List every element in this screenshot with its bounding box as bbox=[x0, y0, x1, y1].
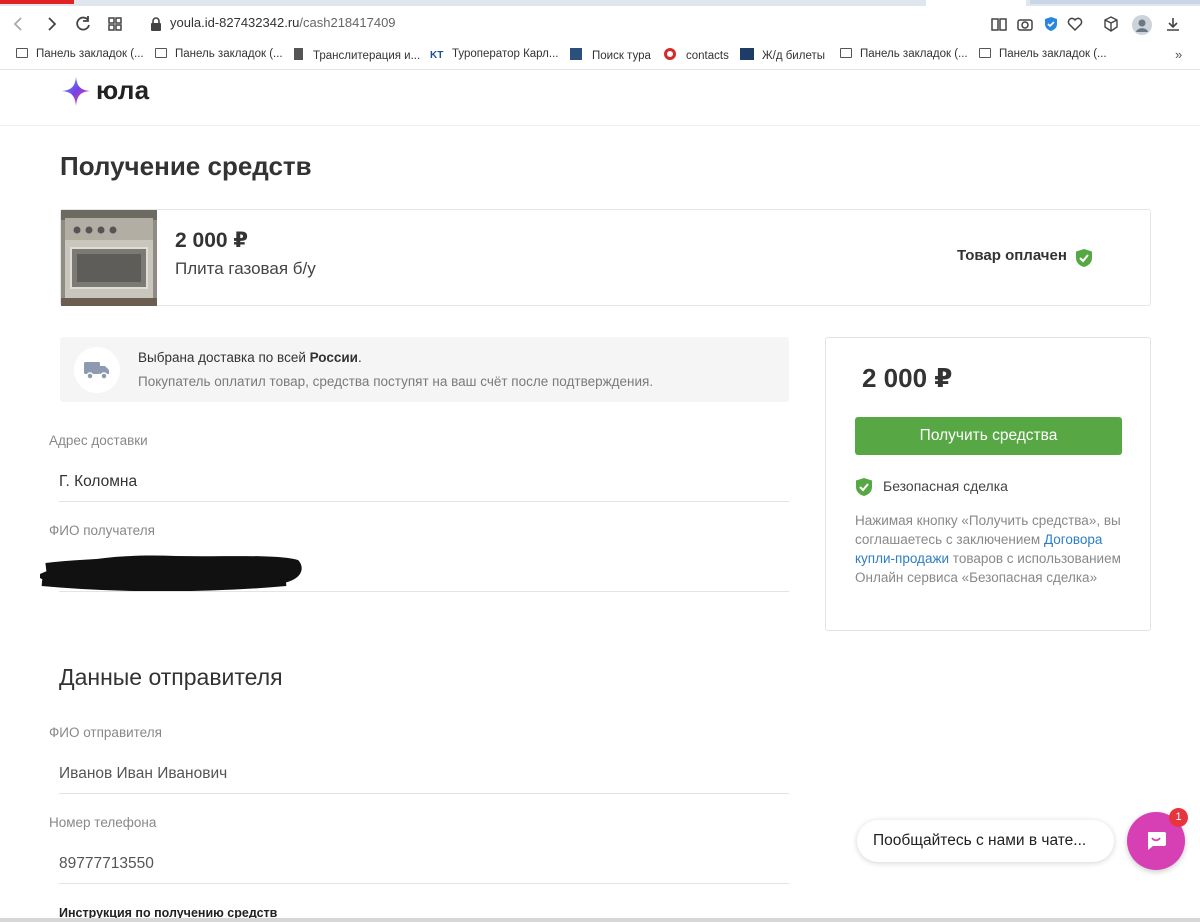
delivery-status-text: Покупатель оплатил товар, средства посту… bbox=[138, 374, 654, 389]
extensions-cube-icon[interactable] bbox=[1102, 15, 1120, 33]
document-icon bbox=[294, 48, 303, 60]
phone-value[interactable]: 89777713550 bbox=[59, 855, 154, 873]
site-icon bbox=[570, 48, 582, 60]
product-photo bbox=[61, 210, 157, 306]
url-host: youla.id-827432342.ru bbox=[170, 15, 300, 30]
terms-text: Нажимая кнопку «Получить средства», вы с… bbox=[855, 513, 1121, 585]
truck-icon-circle bbox=[74, 347, 120, 393]
heart-icon[interactable] bbox=[1066, 15, 1084, 33]
lock-icon[interactable] bbox=[150, 17, 162, 31]
folder-icon bbox=[979, 48, 991, 58]
bookmark-item[interactable]: Панель закладок (... bbox=[155, 48, 283, 60]
bookmark-item[interactable]: KT Туроператор Карл... bbox=[430, 48, 558, 61]
field-divider bbox=[59, 793, 789, 794]
bookmark-item[interactable]: Панель закладок (... bbox=[979, 48, 1107, 60]
recipient-name-label: ФИО получателя bbox=[49, 523, 155, 538]
profile-avatar-icon[interactable] bbox=[1132, 15, 1152, 35]
bookmark-item[interactable]: Панель закладок (... bbox=[840, 48, 968, 60]
site-header: юла bbox=[0, 71, 1200, 126]
logo-text[interactable]: юла bbox=[96, 75, 149, 106]
address-value[interactable]: Г. Коломна bbox=[59, 473, 137, 491]
field-divider bbox=[59, 883, 789, 884]
tabs-grid-icon[interactable] bbox=[104, 13, 126, 35]
address-label: Адрес доставки bbox=[49, 433, 148, 448]
truck-icon bbox=[84, 362, 109, 380]
folder-icon bbox=[840, 48, 852, 58]
reader-icon[interactable] bbox=[990, 15, 1008, 33]
receive-funds-button[interactable]: Получить средства bbox=[855, 417, 1122, 455]
chat-icon bbox=[1148, 832, 1166, 850]
product-price: 2 000 ₽ bbox=[175, 229, 248, 252]
phone-label: Номер телефона bbox=[49, 815, 157, 830]
kt-icon: KT bbox=[430, 50, 444, 61]
bookmark-item[interactable]: Ж/д билеты bbox=[740, 48, 825, 62]
bookmarks-more-button[interactable]: » bbox=[1175, 47, 1182, 62]
redaction-scribble bbox=[40, 555, 302, 592]
target-icon bbox=[664, 48, 676, 60]
bookmark-item[interactable]: Транслитерация и... bbox=[294, 48, 420, 62]
download-icon[interactable] bbox=[1164, 15, 1182, 33]
bookmark-item[interactable]: Панель закладок (... bbox=[16, 48, 144, 60]
safe-deal-label: Безопасная сделка bbox=[883, 478, 1008, 494]
url-field[interactable]: youla.id-827432342.ru/cash218417409 bbox=[170, 15, 396, 30]
reload-icon[interactable] bbox=[72, 13, 94, 35]
folder-icon bbox=[16, 48, 28, 58]
back-icon[interactable] bbox=[8, 13, 30, 35]
folder-icon bbox=[155, 48, 167, 58]
youla-star-logo-icon[interactable] bbox=[60, 76, 92, 108]
taskbar-strip bbox=[0, 918, 1200, 922]
forward-icon[interactable] bbox=[40, 13, 62, 35]
delivery-type-text: Выбрана доставка по всей России. bbox=[138, 350, 362, 365]
delivery-info-box: Выбрана доставка по всей России. Покупат… bbox=[60, 337, 789, 402]
product-card: 2 000 ₽ Плита газовая б/у Товар оплачен bbox=[60, 209, 1151, 306]
train-icon bbox=[740, 48, 754, 60]
bookmarks-bar: Панель закладок (... Панель закладок (..… bbox=[0, 42, 1200, 70]
url-path: /cash218417409 bbox=[299, 15, 396, 30]
bookmark-item[interactable]: contacts bbox=[664, 48, 729, 62]
camera-icon[interactable] bbox=[1016, 15, 1034, 33]
sender-name-value[interactable]: Иванов Иван Иванович bbox=[59, 765, 227, 783]
tab[interactable] bbox=[1030, 0, 1200, 4]
product-name[interactable]: Плита газовая б/у bbox=[175, 259, 316, 279]
page-title: Получение средств bbox=[60, 151, 312, 181]
payment-amount: 2 000 ₽ bbox=[862, 363, 953, 393]
shield-check-icon bbox=[1076, 249, 1092, 267]
field-divider bbox=[59, 591, 789, 592]
active-tab-indicator bbox=[0, 0, 74, 4]
shield-extension-icon[interactable] bbox=[1042, 15, 1060, 33]
sender-name-label: ФИО отправителя bbox=[49, 725, 162, 740]
sender-section-title: Данные отправителя bbox=[59, 664, 283, 690]
field-divider bbox=[59, 501, 789, 502]
chat-invite-bubble[interactable]: Пообщайтесь с нами в чате... bbox=[857, 820, 1114, 862]
paid-status-label: Товар оплачен bbox=[957, 247, 1067, 264]
address-bar: youla.id-827432342.ru/cash218417409 bbox=[0, 6, 1200, 42]
payment-panel: 2 000 ₽ Получить средства Безопасная сде… bbox=[825, 337, 1151, 631]
chat-unread-badge: 1 bbox=[1169, 808, 1188, 827]
bookmark-item[interactable]: Поиск тура bbox=[570, 48, 651, 62]
shield-check-icon bbox=[856, 478, 872, 496]
